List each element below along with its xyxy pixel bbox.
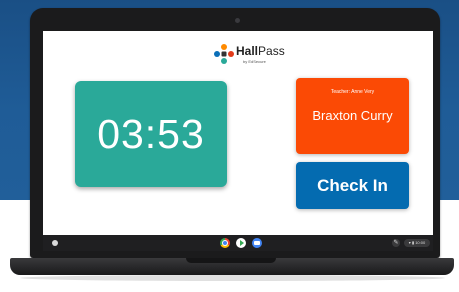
student-pass-card: Teacher: Anne Very Braxton Curry <box>296 78 409 154</box>
pass-timer: 03:53 <box>75 81 227 187</box>
laptop-screen: HallPass by EdSecure 03:53 Teacher: Anne… <box>43 31 433 251</box>
files-icon[interactable] <box>252 238 262 248</box>
teacher-label: Teacher: Anne Very <box>330 89 375 95</box>
hallpass-logo-icon <box>214 44 234 64</box>
hallpass-logo: HallPass by EdSecure <box>213 41 285 69</box>
chrome-icon[interactable] <box>220 238 230 248</box>
check-in-button[interactable]: Check In <box>296 162 409 209</box>
webcam-icon <box>235 18 240 23</box>
play-store-icon[interactable] <box>236 238 246 248</box>
laptop-hinge-notch <box>186 258 276 263</box>
chromeos-shelf: ✎ ▾ ▮ 10:00 <box>43 235 433 251</box>
launcher-icon[interactable] <box>52 240 58 246</box>
student-name: Braxton Curry <box>312 108 393 123</box>
status-tray-clock[interactable]: ▾ ▮ 10:00 <box>404 239 430 247</box>
logo-subtext: by EdSecure <box>243 59 266 64</box>
hallpass-wordmark: HallPass <box>236 45 285 58</box>
stylus-pen-icon[interactable]: ✎ <box>392 239 400 247</box>
logo-word-regular: Pass <box>258 44 285 58</box>
logo-word-bold: Hall <box>236 44 259 58</box>
laptop-shadow <box>20 275 445 281</box>
